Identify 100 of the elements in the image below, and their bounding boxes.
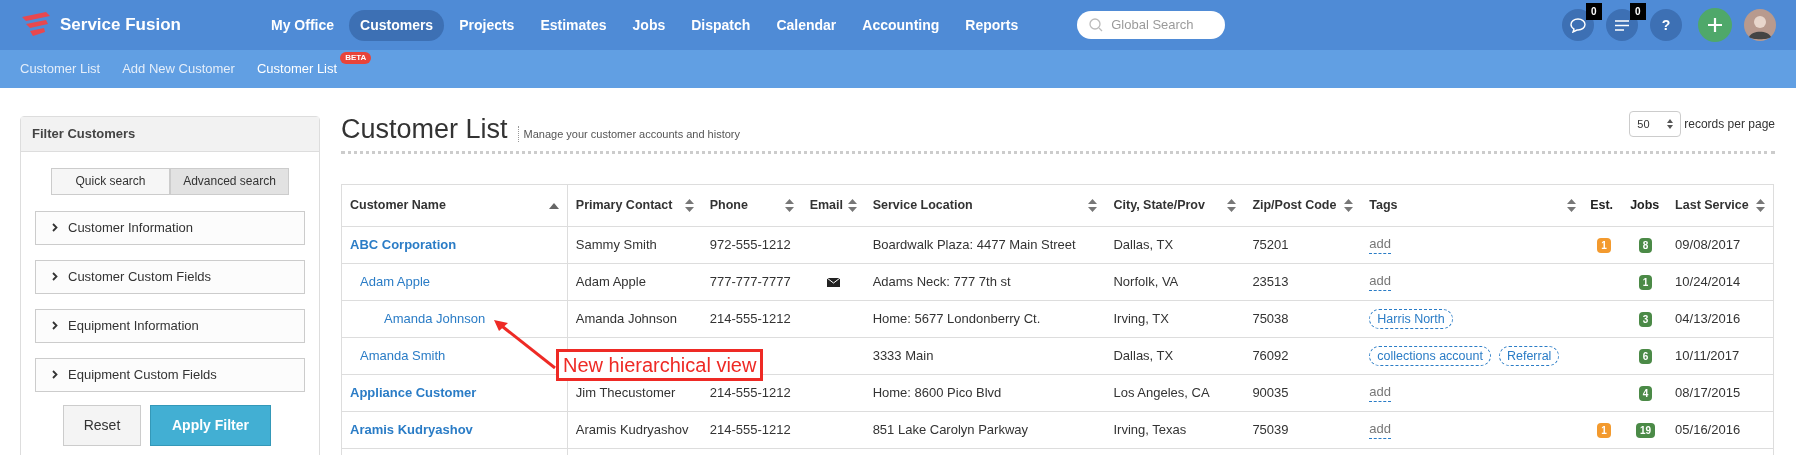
nav-tab[interactable]: Estimates [529, 9, 618, 41]
nav-tab[interactable]: Dispatch [680, 9, 762, 41]
table-cell: 75038 [1252, 311, 1289, 327]
table-cell: 23513 [1252, 274, 1289, 290]
sort-icon[interactable] [1567, 199, 1577, 212]
table-cell: Irving, Texas [1113, 422, 1187, 438]
table-cell: Jim Thecustomer [575, 385, 676, 401]
column-header[interactable]: Est. [1584, 185, 1625, 226]
customer-link[interactable]: Appliance Customer [350, 383, 477, 403]
add-button[interactable] [1698, 8, 1732, 42]
column-header[interactable]: Jobs [1624, 185, 1668, 226]
table-cell: Adams Neck: 777 7th st [872, 274, 1011, 290]
table-cell: 10/24/2014 [1675, 274, 1741, 290]
table-cell: 777-777-7777 [709, 274, 791, 290]
customer-link[interactable]: Adam Apple [360, 272, 431, 292]
page-subtitle: Manage your customer accounts and history [517, 125, 740, 142]
job-count-badge: 6 [1638, 348, 1653, 364]
column-header[interactable]: City, State/Prov [1105, 185, 1245, 226]
avatar-icon[interactable] [1744, 9, 1776, 41]
job-count-badge: 4 [1638, 385, 1653, 401]
sort-icon[interactable] [1227, 199, 1237, 212]
brand-name: Service Fusion [60, 14, 181, 37]
nav-tab[interactable]: Accounting [851, 9, 951, 41]
customer-link[interactable]: Aramis Kudryashov [350, 420, 473, 440]
chat-icon [1570, 17, 1586, 33]
search-input[interactable]: Global Search [1111, 15, 1212, 35]
estimate-count-badge: 1 [1597, 237, 1611, 253]
table-cell: Amanda Johnson [575, 311, 678, 327]
tasks-button[interactable] [1606, 9, 1638, 41]
filter-section[interactable]: Customer Custom Fields [35, 259, 305, 294]
table-cell: 05/16/2016 [1675, 422, 1741, 438]
filter-title: Filter Customers [21, 117, 319, 152]
table-cell: Home: 5677 Londonberry Ct. [872, 311, 1041, 327]
search-mode-tab[interactable]: Quick search [51, 167, 170, 195]
column-header[interactable]: Service Location [864, 185, 1106, 226]
table-cell: 3333 Main [872, 348, 934, 364]
filter-section[interactable]: Equipment Information [35, 308, 305, 343]
job-count-badge: 19 [1636, 422, 1656, 438]
table-cell: 04/13/2016 [1675, 311, 1741, 327]
table-cell: 214-555-1212 [709, 311, 791, 327]
table-cell: Dallas, TX [1113, 348, 1174, 364]
help-button[interactable]: ? [1650, 9, 1682, 41]
sort-icon[interactable] [784, 199, 794, 212]
messages-button[interactable] [1562, 9, 1594, 41]
column-header[interactable]: Phone [701, 185, 802, 226]
table-cell: 214-555-1212 [709, 385, 791, 401]
column-header[interactable]: Email [801, 185, 865, 226]
column-header[interactable]: Last Service [1667, 185, 1773, 226]
add-tag-link[interactable]: add [1369, 236, 1391, 254]
add-tag-link[interactable]: add [1369, 421, 1391, 439]
plus-icon [1708, 18, 1722, 32]
list-icon [1615, 19, 1629, 31]
envelope-icon[interactable] [826, 277, 840, 287]
sort-icon[interactable] [1344, 199, 1354, 212]
column-header[interactable]: Primary Contact [567, 185, 702, 226]
search-icon [1089, 18, 1104, 32]
sort-icon[interactable] [1088, 199, 1098, 212]
table-cell: 75201 [1252, 237, 1289, 253]
sort-ascending-icon[interactable] [548, 202, 559, 209]
annotation-arrow [494, 320, 556, 369]
add-tag-link[interactable]: add [1369, 384, 1391, 402]
customer-link[interactable]: Amanda Smith [360, 346, 446, 366]
table-cell: Norfolk, VA [1113, 274, 1179, 290]
sort-icon[interactable] [847, 199, 857, 212]
column-header[interactable]: Tags [1361, 185, 1585, 226]
table-cell: Adam Apple [575, 274, 646, 290]
filter-section[interactable]: Equipment Custom Fields [35, 357, 305, 392]
nav-tab[interactable]: Projects [448, 9, 526, 41]
table-cell: Boardwalk Plaza: 4477 Main Street [872, 237, 1076, 253]
job-count-badge: 3 [1638, 311, 1653, 327]
column-header[interactable]: Zip/Post Code [1244, 185, 1362, 226]
nav-tab[interactable]: Calendar [765, 9, 848, 41]
table-cell: 75039 [1252, 422, 1289, 438]
table-cell: Dallas, TX [1113, 237, 1174, 253]
table-cell: 09/08/2017 [1675, 237, 1741, 253]
chevron-right-icon [52, 321, 58, 330]
search-mode-tab[interactable]: Advanced search [170, 167, 289, 195]
sort-icon[interactable] [1756, 199, 1765, 212]
filter-section[interactable]: Customer Information [35, 210, 305, 245]
customer-link[interactable]: Amanda Johnson [384, 309, 486, 329]
apply-filter-button[interactable]: Apply Filter [150, 404, 271, 446]
nav-tab[interactable]: Customers [349, 9, 445, 41]
table-cell: 972-555-1212 [709, 237, 791, 253]
page-size-label: records per page [1684, 116, 1775, 133]
column-header[interactable]: Customer Name [342, 185, 568, 226]
add-tag-link[interactable]: add [1369, 273, 1391, 291]
page-size-select[interactable]: 50 [1629, 111, 1682, 137]
table-cell: Aramis Kudryashov [575, 422, 689, 438]
count-badge: 0 [1630, 3, 1646, 20]
sort-icon[interactable] [684, 199, 694, 212]
table-cell: 10/11/2017 [1675, 348, 1740, 364]
nav-tab[interactable]: My Office [260, 9, 345, 41]
table-cell: 851 Lake Carolyn Parkway [872, 422, 1028, 438]
sub-nav-link[interactable]: Customer List [20, 59, 101, 79]
search-field[interactable]: Global Search [1077, 11, 1226, 39]
reset-button[interactable]: Reset [63, 404, 141, 446]
beta-badge: BETA [340, 52, 372, 65]
nav-tab[interactable]: Jobs [621, 9, 677, 41]
customer-link[interactable]: ABC Corporation [350, 235, 457, 255]
nav-tab[interactable]: Reports [954, 9, 1030, 41]
